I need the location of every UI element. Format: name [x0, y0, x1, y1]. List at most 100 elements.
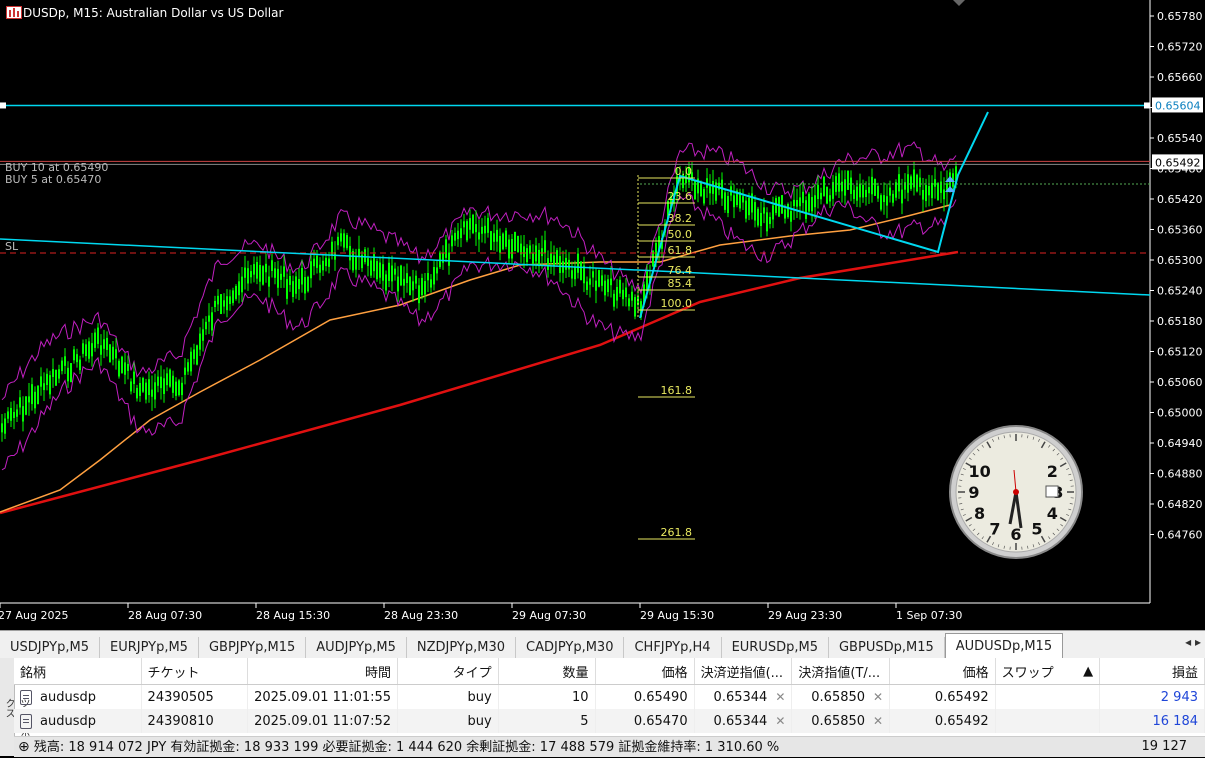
fib-level-label: 61.8 — [668, 244, 693, 257]
price-tick-label: 0.65360 — [1157, 224, 1203, 237]
tab-chart[interactable]: AUDUSDp,M15 — [945, 633, 1063, 659]
candle-body — [619, 280, 621, 294]
candle-body — [763, 207, 765, 213]
candle-body — [853, 190, 855, 199]
candle-body — [61, 361, 63, 372]
candle-body — [847, 171, 849, 190]
candle-body — [541, 248, 543, 256]
row-ticket: 24390505 — [141, 685, 248, 710]
col-type[interactable]: タイプ — [398, 658, 499, 685]
account-status-bar: ⊕ 残高: 18 914 072 JPY 有効証拠金: 18 933 199 必… — [14, 736, 1205, 757]
table-row[interactable]: audusdp 24390505 2025.09.01 11:01:55 buy… — [14, 685, 1205, 710]
col-symbol[interactable]: 銘柄 — [14, 658, 141, 685]
candle-body — [589, 279, 591, 285]
candle-body — [391, 266, 393, 282]
candle-body — [178, 380, 180, 395]
candle-body — [460, 228, 462, 238]
candle-body — [574, 267, 576, 279]
col-profit[interactable]: 損益 — [1100, 658, 1205, 685]
candle-body — [400, 266, 402, 286]
remove-tp-icon[interactable]: ✕ — [873, 714, 883, 728]
candle-body — [871, 177, 873, 194]
candle-body — [556, 250, 558, 264]
candle-body — [370, 260, 372, 275]
tab-chart[interactable]: NZDJPYp,M30 — [407, 637, 516, 659]
chart-canvas[interactable]: 0.657800.657200.656600.656000.655400.654… — [0, 0, 1205, 630]
candle-body — [733, 195, 735, 207]
candle-body — [154, 382, 156, 399]
candle-body — [43, 383, 45, 390]
candle-body — [634, 297, 636, 316]
candle-body — [244, 268, 246, 278]
toolbox-sidebar[interactable]: ツールボックス — [0, 658, 15, 756]
candle-body — [592, 271, 594, 277]
col-ticket[interactable]: チケット — [141, 658, 248, 685]
price-chart[interactable]: 0.657800.657200.656600.656000.655400.654… — [0, 0, 1205, 630]
price-tick-label: 0.65780 — [1157, 10, 1203, 23]
candle-body — [316, 256, 318, 268]
line-handle-left[interactable] — [0, 102, 6, 108]
tab-chart[interactable]: USDJPYp,M5 — [0, 637, 100, 659]
clock-number: 4 — [1047, 504, 1058, 523]
candle-body — [55, 370, 57, 386]
tab-chart[interactable]: CHFJPYp,H4 — [624, 637, 721, 659]
col-current-price[interactable]: 価格 — [890, 658, 996, 685]
tab-chart[interactable]: EURJPYp,M5 — [100, 637, 199, 659]
remove-sl-icon[interactable]: ✕ — [775, 690, 785, 704]
chart-shift-marker[interactable] — [953, 0, 965, 6]
candle-body — [28, 396, 30, 402]
candle-body — [289, 276, 291, 285]
candle-body — [22, 406, 24, 421]
sort-arrow-icon[interactable]: ▲ — [1060, 658, 1100, 685]
tab-chart[interactable]: GBPJPYp,M15 — [199, 637, 306, 659]
candle-body — [196, 345, 198, 364]
candle-body — [283, 266, 285, 276]
candle-body — [598, 270, 600, 287]
candle-body — [340, 233, 342, 241]
candle-body — [106, 338, 108, 350]
col-swap[interactable]: スワップ — [995, 658, 1060, 685]
candle-body — [379, 263, 381, 278]
candle-body — [184, 368, 186, 375]
candle-body — [901, 190, 903, 204]
row-current-price: 0.65492 — [890, 709, 996, 733]
candle-body — [808, 194, 810, 212]
candle-body — [487, 218, 489, 233]
tab-chart[interactable]: GBPUSDp,M15 — [829, 637, 945, 659]
price-tick-label: 0.65660 — [1157, 71, 1203, 84]
col-time[interactable]: 時間 — [248, 658, 398, 685]
fib-level-label: 0.0 — [675, 165, 693, 178]
candle-body — [382, 264, 384, 281]
candle-body — [604, 281, 606, 296]
candle-body — [601, 275, 603, 285]
remove-tp-icon[interactable]: ✕ — [873, 690, 883, 704]
row-tp: 0.65850 — [811, 690, 865, 705]
candle-body — [247, 268, 249, 283]
col-sl[interactable]: 決済逆指値(... — [694, 658, 792, 685]
price-tick-label: 0.64880 — [1157, 468, 1203, 481]
tab-chart[interactable]: AUDJPYp,M5 — [306, 637, 407, 659]
chart-type-icon[interactable] — [6, 6, 22, 19]
col-tp[interactable]: 決済指値(T/... — [792, 658, 890, 685]
candle-body — [724, 192, 726, 210]
col-price[interactable]: 価格 — [595, 658, 694, 685]
row-price: 0.65470 — [595, 709, 694, 733]
remove-sl-icon[interactable]: ✕ — [775, 714, 785, 728]
tab-chart[interactable]: CADJPYp,M30 — [516, 637, 624, 659]
clock-date-window — [1046, 486, 1058, 497]
col-volume[interactable]: 数量 — [498, 658, 595, 685]
tab-chart[interactable]: EURUSDp,M5 — [722, 637, 829, 659]
price-tick-label: 0.65720 — [1157, 41, 1203, 54]
candle-body — [922, 190, 924, 200]
tab-scroll-arrows[interactable]: ◂ ▸ — [1185, 635, 1201, 649]
add-circle-icon[interactable]: ⊕ — [18, 739, 30, 755]
candle-body — [544, 240, 546, 253]
candle-body — [10, 408, 12, 421]
table-row[interactable]: audusdp 24390810 2025.09.01 11:07:52 buy… — [14, 709, 1205, 733]
trendline-long[interactable] — [0, 239, 1150, 295]
pattern-line[interactable] — [640, 112, 988, 318]
line-handle-right[interactable] — [1144, 102, 1150, 108]
candle-body — [424, 281, 426, 294]
candle-body — [211, 312, 213, 330]
candle-body — [406, 273, 408, 283]
